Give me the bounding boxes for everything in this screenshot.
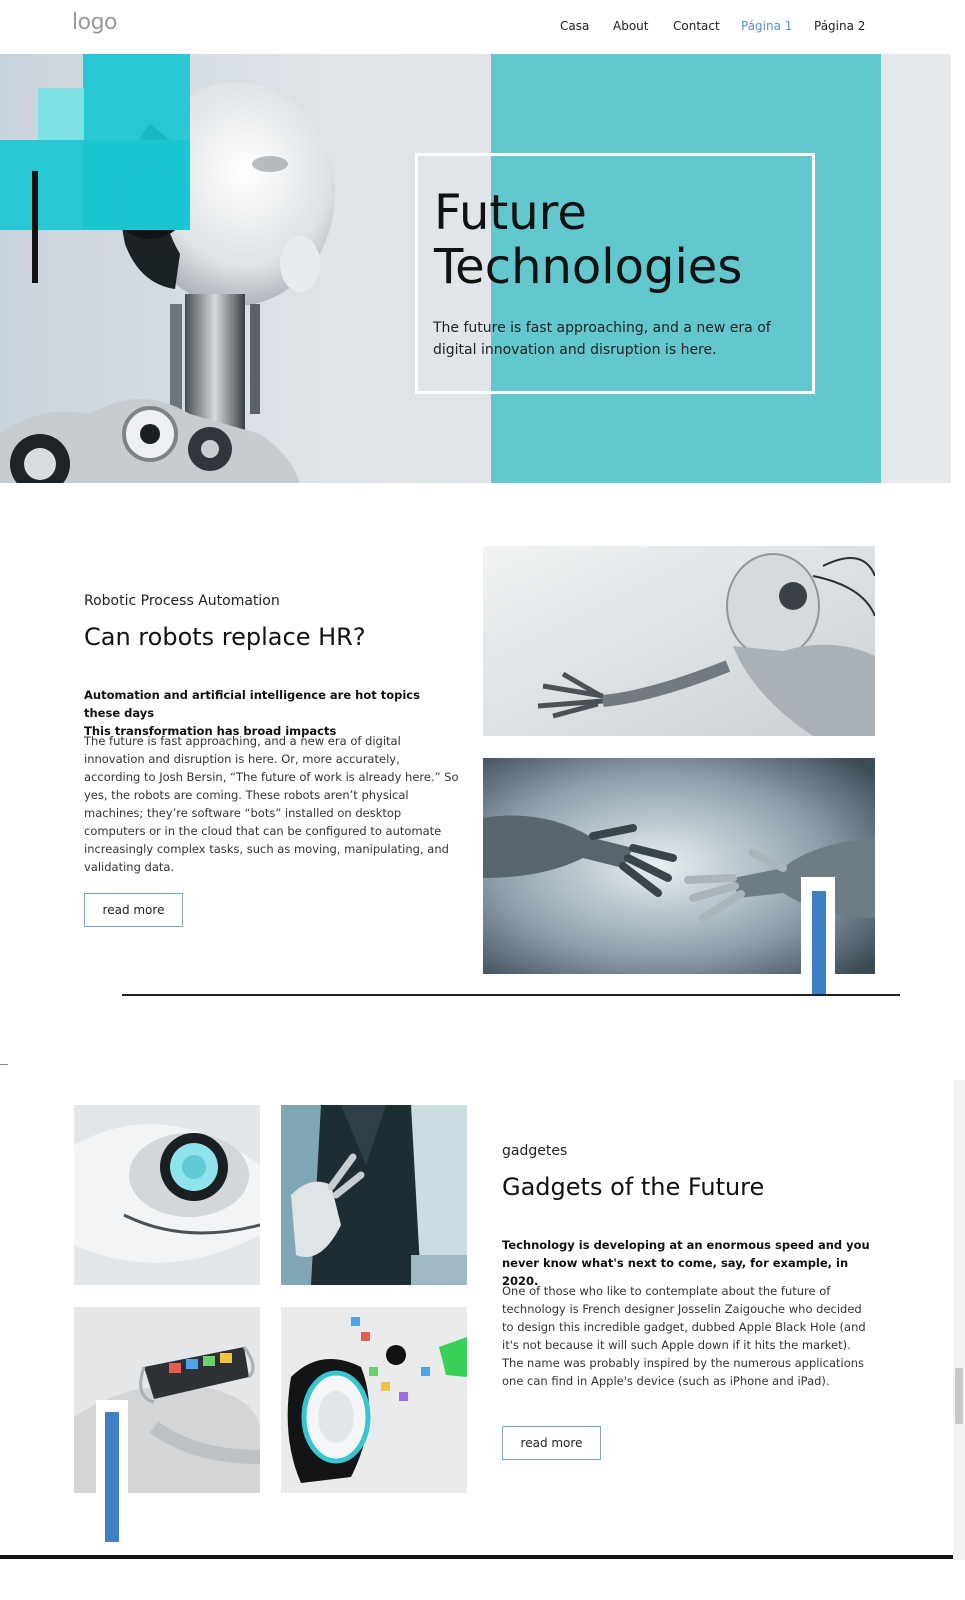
section1-body: The future is fast approaching, and a ne… — [84, 734, 459, 874]
hero-title: Future Technologies — [434, 186, 814, 294]
hero-subtitle: The future is fast approaching, and a ne… — [433, 320, 771, 358]
small-dash — [0, 1064, 8, 1065]
section2-title: Gadgets of the Future — [502, 1173, 765, 1201]
nav-link-pagina-2[interactable]: Página 2 — [814, 19, 865, 33]
section1-title: Can robots replace HR? — [84, 623, 366, 651]
robot-eye-image — [74, 1105, 260, 1285]
hero-title-line: Technologies — [434, 239, 743, 295]
hero-black-bar — [32, 171, 38, 283]
nav-link-casa[interactable]: Casa — [560, 19, 589, 33]
accent-blue-bar — [105, 1412, 119, 1542]
hero-cyan-block — [83, 54, 190, 230]
section2-eyebrow: gadgetes — [502, 1143, 568, 1159]
section2-body: One of those who like to contemplate abo… — [502, 1284, 866, 1388]
section1-eyebrow: Robotic Process Automation — [84, 593, 280, 609]
site-logo[interactable]: logo — [72, 10, 118, 35]
nav-link-contact[interactable]: Contact — [673, 19, 720, 33]
hero-cyan-highlight — [38, 88, 84, 140]
section2-read-more-button[interactable]: read more — [502, 1426, 601, 1460]
scrollbar-track[interactable] — [953, 1080, 965, 1560]
scrollbar-thumb[interactable] — [955, 1368, 963, 1424]
nav-link-about[interactable]: About — [613, 19, 648, 33]
site-header: logo Casa About Contact Página 1 Página … — [0, 0, 951, 54]
section1-lead-line: Automation and artificial intelligence a… — [84, 688, 420, 720]
hero-title-line: Future — [434, 185, 587, 241]
accent-blue-bar — [812, 891, 826, 996]
apple-black-hole-gadget-image — [281, 1307, 467, 1493]
section-divider — [122, 994, 900, 996]
nav-link-pagina-1[interactable]: Página 1 — [741, 19, 792, 33]
robot-hand-suit-image — [281, 1105, 467, 1285]
robot-hand-image — [483, 546, 875, 736]
section1-read-more-button[interactable]: read more — [84, 893, 183, 927]
footer-divider — [0, 1555, 965, 1559]
